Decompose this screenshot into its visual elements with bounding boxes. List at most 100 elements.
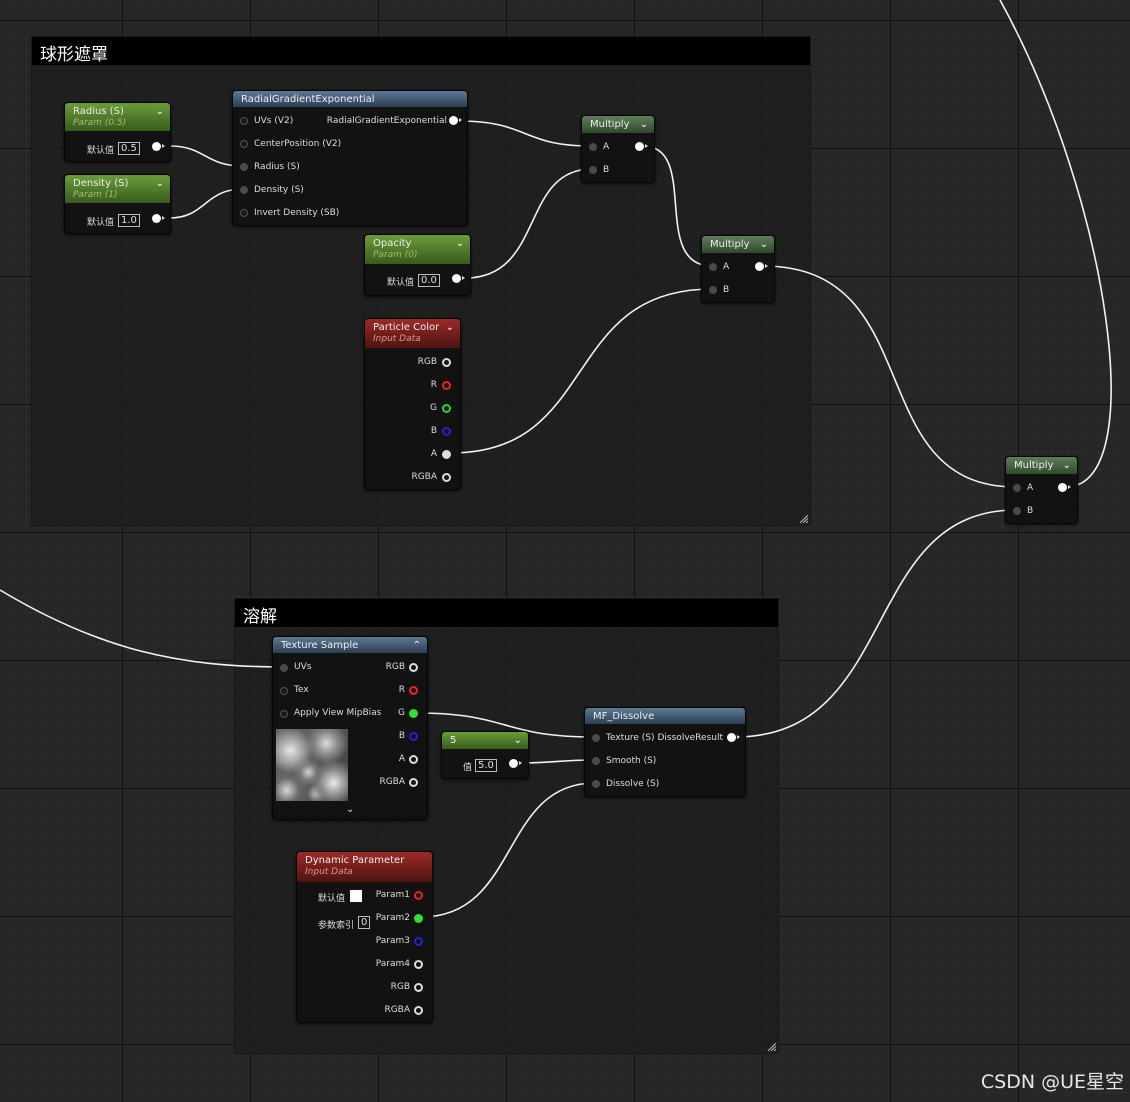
default-color-swatch[interactable] (350, 890, 362, 902)
node-title: Multiply (590, 119, 630, 130)
expand-chevron-icon[interactable]: ⌄ (346, 804, 354, 815)
input-label: Tex (294, 685, 309, 695)
param-index-field[interactable]: 0 (358, 916, 371, 929)
input-pin-a[interactable] (709, 263, 717, 271)
node-radius-param[interactable]: Radius (S) Param (0.5) ⌄ 默认值 0.5 (64, 102, 171, 162)
output-pin[interactable] (755, 262, 764, 271)
output-pin-a[interactable] (409, 755, 418, 764)
node-radial-gradient-exponential[interactable]: RadialGradientExponential UVs (V2) Cente… (232, 90, 468, 226)
node-subtitle: Param (0) (373, 250, 418, 260)
wires (0, 0, 1112, 918)
output-pin-param3[interactable] (414, 937, 423, 946)
input-pin-radius[interactable] (240, 163, 248, 171)
input-pin-density[interactable] (240, 186, 248, 194)
chevron-down-icon[interactable]: ⌄ (156, 178, 164, 189)
input-pin-uvs[interactable] (280, 664, 288, 672)
output-pin-param4[interactable] (414, 960, 423, 969)
output-pin-rgba[interactable] (442, 473, 451, 482)
input-label: B (723, 285, 730, 295)
output-pin-rgb[interactable] (414, 983, 423, 992)
chevron-down-icon[interactable]: ⌄ (456, 238, 464, 249)
input-pin-invert-density[interactable] (240, 209, 248, 217)
chevron-up-icon[interactable]: ⌃ (413, 640, 421, 651)
input-pin-a[interactable] (1013, 484, 1021, 492)
node-constant-5[interactable]: 5 ⌄ 值 5.0 (441, 731, 529, 779)
input-pin-uvs[interactable] (240, 117, 248, 125)
input-label: Dissolve (S) (606, 779, 660, 789)
input-pin-b[interactable] (709, 286, 717, 294)
output-pin[interactable] (509, 759, 518, 768)
output-pin-r[interactable] (409, 686, 418, 695)
output-pin-a[interactable] (442, 450, 451, 459)
input-label: UVs (V2) (254, 116, 294, 126)
output-pin-r[interactable] (442, 381, 451, 390)
input-pin-a[interactable] (589, 143, 597, 151)
output-pin-b[interactable] (442, 427, 451, 436)
node-multiply-1[interactable]: Multiply ⌄ A B (581, 115, 655, 183)
input-label: A (723, 262, 730, 272)
output-pin[interactable] (449, 116, 458, 125)
node-title: Dynamic Parameter (305, 855, 405, 866)
output-pin[interactable] (1058, 483, 1067, 492)
input-label: B (603, 165, 610, 175)
node-opacity-param[interactable]: Opacity Param (0) ⌄ 默认值 0.0 (364, 234, 471, 296)
output-pin-rgb[interactable] (409, 663, 418, 672)
output-pin[interactable] (727, 733, 736, 742)
output-pin-g[interactable] (409, 709, 418, 718)
chevron-down-icon[interactable]: ⌄ (514, 735, 522, 746)
output-pin[interactable] (635, 142, 644, 151)
output-label: Param4 (375, 959, 410, 969)
input-pin-b[interactable] (589, 166, 597, 174)
output-label: G (430, 403, 437, 413)
output-pin-param2[interactable] (414, 914, 423, 923)
input-pin-mipbias[interactable] (280, 710, 288, 718)
output-pin-g[interactable] (442, 404, 451, 413)
node-multiply-2[interactable]: Multiply ⌄ A B (701, 235, 775, 303)
output-pin[interactable] (152, 214, 161, 223)
output-pin-rgba[interactable] (409, 778, 418, 787)
output-label: RGB (390, 982, 410, 992)
input-label: UVs (294, 662, 312, 672)
output-pin-param1[interactable] (414, 891, 423, 900)
node-multiply-3[interactable]: Multiply ⌄ A B (1005, 456, 1078, 524)
output-label: R (398, 685, 405, 695)
node-texture-sample[interactable]: Texture Sample ⌃ UVs Tex Apply View MipB… (272, 636, 428, 820)
output-pin[interactable] (152, 142, 161, 151)
chevron-down-icon[interactable]: ⌄ (156, 106, 164, 117)
input-pin-smooth[interactable] (592, 757, 600, 765)
input-label: Texture (S) (606, 733, 655, 743)
chevron-down-icon[interactable]: ⌄ (446, 322, 454, 333)
value-field[interactable]: 5.0 (475, 759, 497, 772)
output-label: DissolveResult (657, 733, 724, 743)
input-pin-dissolve[interactable] (592, 780, 600, 788)
output-pin[interactable] (452, 274, 461, 283)
node-dynamic-parameter[interactable]: Dynamic Parameter Input Data 默认值 参数索引 0 … (296, 851, 433, 1023)
node-title: Texture Sample (281, 640, 359, 651)
input-pin-tex[interactable] (280, 687, 288, 695)
chevron-down-icon[interactable]: ⌄ (760, 239, 768, 250)
input-pin-b[interactable] (1013, 507, 1021, 515)
chevron-down-icon[interactable]: ⌄ (640, 119, 648, 130)
input-pin-texture[interactable] (592, 734, 600, 742)
input-label: Smooth (S) (606, 756, 657, 766)
output-label: RGBA (384, 1005, 410, 1015)
wire-dynamic-to-mf (420, 782, 596, 918)
default-value-field[interactable]: 0.5 (118, 142, 140, 155)
output-pin-b[interactable] (409, 732, 418, 741)
node-density-param[interactable]: Density (S) Param (1) ⌄ 默认值 1.0 (64, 174, 171, 234)
input-label: Invert Density (SB) (254, 208, 340, 218)
output-arrow-icon (462, 276, 465, 280)
node-mf-dissolve[interactable]: MF_Dissolve Texture (S) Smooth (S) Disso… (584, 707, 746, 797)
wire-offscreen-to-uvs (0, 589, 285, 668)
node-title: MF_Dissolve (593, 711, 655, 722)
default-value-field[interactable]: 1.0 (118, 214, 140, 227)
chevron-down-icon[interactable]: ⌄ (1063, 460, 1071, 471)
output-pin-rgba[interactable] (414, 1006, 423, 1015)
node-particle-color[interactable]: Particle Color Input Data ⌄ RGB R G B A … (364, 318, 461, 490)
default-value-field[interactable]: 0.0 (418, 274, 440, 287)
input-label: B (1027, 506, 1034, 516)
input-pin-center[interactable] (240, 140, 248, 148)
output-pin-rgb[interactable] (442, 358, 451, 367)
input-label: CenterPosition (V2) (254, 139, 342, 149)
output-label: B (398, 731, 405, 741)
